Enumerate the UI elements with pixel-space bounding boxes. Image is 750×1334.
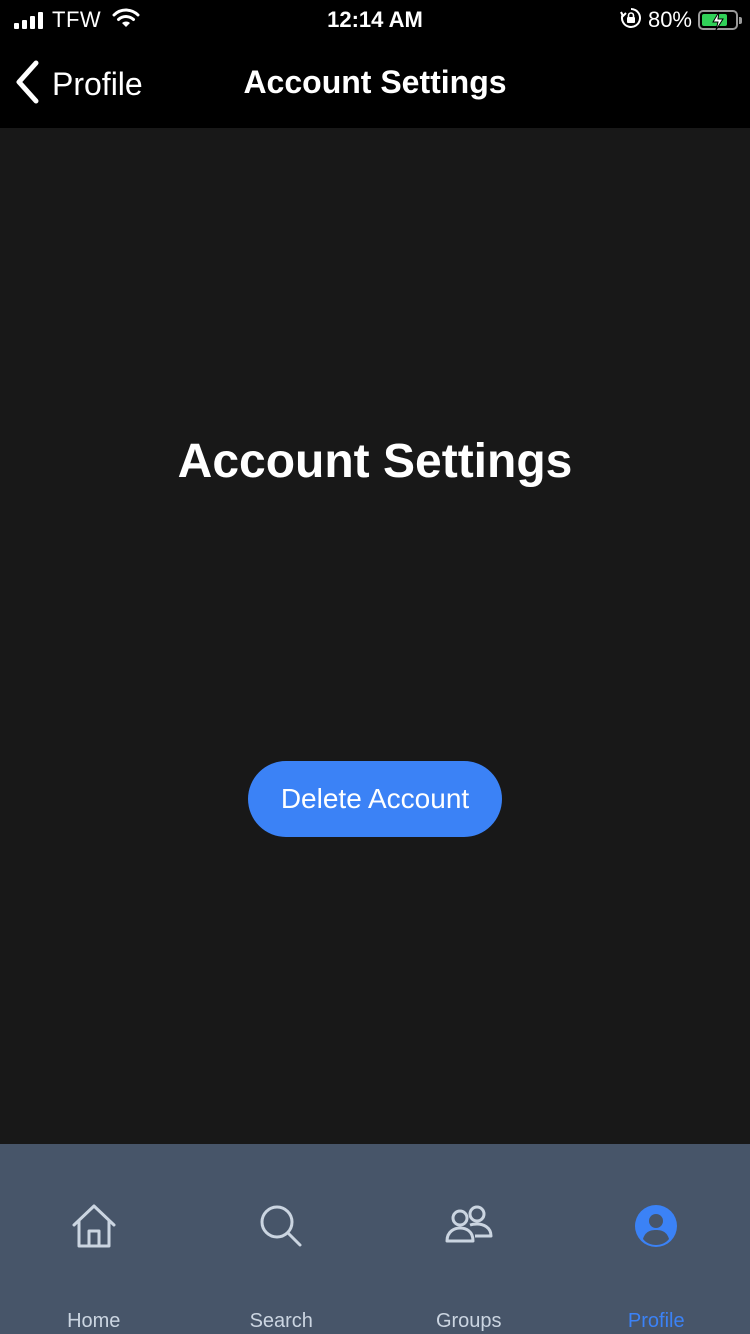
tab-groups[interactable]: Groups [375, 1144, 563, 1334]
status-right: 80% [620, 6, 742, 34]
main-content: Account Settings Delete Account [0, 128, 750, 1144]
tab-home[interactable]: Home [0, 1144, 188, 1334]
orientation-lock-icon [620, 7, 642, 34]
battery-icon [698, 10, 742, 31]
profile-icon [630, 1200, 682, 1252]
status-bar: TFW 12:14 AM 80% [0, 0, 750, 40]
nav-title: Account Settings [243, 64, 507, 100]
screen: TFW 12:14 AM 80% Profile Account Setting… [0, 0, 750, 1334]
home-icon [68, 1200, 120, 1252]
tab-search[interactable]: Search [188, 1144, 376, 1334]
charging-bolt-icon [712, 11, 724, 31]
tab-label: Groups [435, 1310, 502, 1332]
tab-bar: Home Search Groups Profile [0, 1144, 750, 1334]
tab-label: Search [249, 1310, 313, 1332]
tab-label: Home [67, 1310, 121, 1332]
tab-label: Profile [627, 1310, 685, 1332]
battery-percent: 80% [647, 7, 692, 32]
tab-profile[interactable]: Profile [563, 1144, 750, 1334]
groups-icon [443, 1200, 495, 1252]
nav-bar: Profile Account Settings [0, 40, 750, 128]
page-heading: Account Settings [177, 435, 573, 488]
delete-account-button[interactable]: Delete Account [248, 761, 502, 837]
search-icon [255, 1200, 307, 1252]
